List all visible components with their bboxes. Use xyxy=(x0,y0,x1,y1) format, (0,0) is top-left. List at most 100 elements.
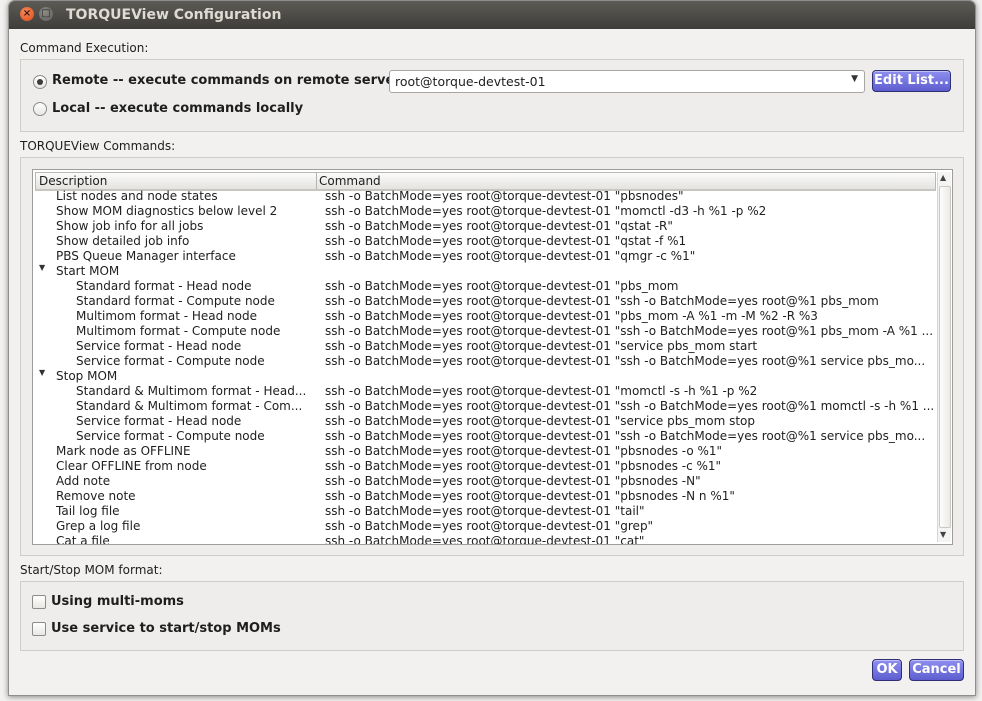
table-row[interactable]: Service format - Compute node ssh -o Batc… xyxy=(33,354,936,369)
column-divider[interactable] xyxy=(316,173,317,189)
row-description: Standard format - Compute node xyxy=(76,294,275,308)
table-row[interactable]: Standard & Multimom format - Head... ssh … xyxy=(33,384,936,399)
row-description: Show MOM diagnostics below level 2 xyxy=(56,204,278,218)
use-service-label[interactable]: Use service to start/stop MOMs xyxy=(51,621,281,636)
row-description: Service format - Compute node xyxy=(76,354,265,368)
scrollbar-thumb[interactable] xyxy=(939,186,951,528)
table-row[interactable]: Show detailed job info ssh -o BatchMode=y… xyxy=(33,234,936,249)
local-option-label[interactable]: Local -- execute commands locally xyxy=(52,101,303,116)
table-row[interactable]: Clear OFFLINE from node ssh -o BatchMode=… xyxy=(33,459,936,474)
mom-format-group xyxy=(20,581,964,651)
table-row[interactable]: Multimom format - Compute node ssh -o Bat… xyxy=(33,324,936,339)
remote-option-label[interactable]: Remote -- execute commands on remote ser… xyxy=(52,73,406,88)
table-row[interactable]: Service format - Compute node ssh -o Batc… xyxy=(33,429,936,444)
table-row[interactable]: PBS Queue Manager interface ssh -o BatchM… xyxy=(33,249,936,264)
row-description: Grep a log file xyxy=(56,519,141,533)
column-header-description[interactable]: Description xyxy=(39,174,107,188)
row-command: ssh -o BatchMode=yes root@torque-devtest… xyxy=(325,234,687,248)
row-command: ssh -o BatchMode=yes root@torque-devtest… xyxy=(325,459,722,473)
table-row[interactable]: Multimom format - Head node ssh -o BatchM… xyxy=(33,309,936,324)
commands-tree-table[interactable]: Description Command List nodes and node … xyxy=(32,169,953,545)
row-command: ssh -o BatchMode=yes root@torque-devtest… xyxy=(325,324,934,338)
table-row[interactable]: Service format - Head node ssh -o BatchMo… xyxy=(33,339,936,354)
row-command: ssh -o BatchMode=yes root@torque-devtest… xyxy=(325,279,679,293)
table-row[interactable]: Standard format - Head node ssh -o BatchM… xyxy=(33,279,936,294)
row-command: ssh -o BatchMode=yes root@torque-devtest… xyxy=(325,489,735,503)
expand-triangle-icon[interactable]: ▼ xyxy=(39,263,45,272)
table-row[interactable]: Show job info for all jobs ssh -o BatchMo… xyxy=(33,219,936,234)
scroll-down-icon[interactable]: ▼ xyxy=(940,530,946,539)
table-row[interactable]: Show MOM diagnostics below level 2 ssh -o… xyxy=(33,204,936,219)
table-row[interactable]: Standard & Multimom format - Com... ssh -… xyxy=(33,399,936,414)
row-command: ssh -o BatchMode=yes root@torque-devtest… xyxy=(325,534,645,544)
window-title: TORQUEView Configuration xyxy=(66,7,282,23)
config-dialog: × □ TORQUEView Configuration Command Exe… xyxy=(8,0,976,696)
row-command: ssh -o BatchMode=yes root@torque-devtest… xyxy=(325,249,696,263)
row-description: Service format - Head node xyxy=(76,339,242,353)
use-service-checkbox[interactable] xyxy=(32,622,46,636)
row-description: Standard & Multimom format - Head... xyxy=(76,384,307,398)
row-command: ssh -o BatchMode=yes root@torque-devtest… xyxy=(325,444,723,458)
row-command: ssh -o BatchMode=yes root@torque-devtest… xyxy=(325,189,684,203)
table-row[interactable]: Add note ssh -o BatchMode=yes root@torque… xyxy=(33,474,936,489)
row-description: Multimom format - Compute node xyxy=(76,324,281,338)
title-bar: × □ TORQUEView Configuration xyxy=(9,1,975,29)
chevron-down-icon: ▼ xyxy=(851,74,858,84)
table-row[interactable]: Service format - Head node ssh -o BatchMo… xyxy=(33,414,936,429)
row-command: ssh -o BatchMode=yes root@torque-devtest… xyxy=(325,474,701,488)
multi-moms-checkbox[interactable] xyxy=(32,595,46,609)
column-header-command[interactable]: Command xyxy=(319,174,381,188)
tree-group-row[interactable]: ▼ Start MOM xyxy=(33,263,936,279)
table-row[interactable]: Mark node as OFFLINE ssh -o BatchMode=yes… xyxy=(33,444,936,459)
table-body: List nodes and node states ssh -o BatchMo… xyxy=(33,189,936,544)
row-description: List nodes and node states xyxy=(56,189,218,203)
row-description: PBS Queue Manager interface xyxy=(56,249,236,263)
table-row[interactable]: Cat a file ssh -o BatchMode=yes root@torq… xyxy=(33,534,936,544)
row-command: ssh -o BatchMode=yes root@torque-devtest… xyxy=(325,339,758,353)
row-command: ssh -o BatchMode=yes root@torque-devtest… xyxy=(325,204,767,218)
table-row[interactable]: Tail log file ssh -o BatchMode=yes root@t… xyxy=(33,504,936,519)
scroll-up-icon[interactable]: ▲ xyxy=(940,173,946,182)
row-description: Show job info for all jobs xyxy=(56,219,204,233)
edit-list-button[interactable]: Edit List... xyxy=(872,70,951,92)
row-command: ssh -o BatchMode=yes root@torque-devtest… xyxy=(325,519,654,533)
row-description: Stop MOM xyxy=(56,369,118,383)
local-radio[interactable] xyxy=(33,102,47,116)
row-description: Service format - Compute node xyxy=(76,429,265,443)
command-execution-label: Command Execution: xyxy=(20,41,149,55)
row-command: ssh -o BatchMode=yes root@torque-devtest… xyxy=(325,294,879,308)
row-command: ssh -o BatchMode=yes root@torque-devtest… xyxy=(325,429,926,443)
row-command: ssh -o BatchMode=yes root@torque-devtest… xyxy=(325,399,934,413)
row-description: Tail log file xyxy=(56,504,120,518)
row-command: ssh -o BatchMode=yes root@torque-devtest… xyxy=(325,309,818,323)
remote-server-select[interactable]: root@torque-devtest-01 ▼ xyxy=(389,70,865,93)
row-description: Remove note xyxy=(56,489,136,503)
row-description: Standard format - Head node xyxy=(76,279,252,293)
table-row[interactable]: Remove note ssh -o BatchMode=yes root@tor… xyxy=(33,489,936,504)
ok-button[interactable]: OK xyxy=(872,659,902,681)
remote-server-value: root@torque-devtest-01 xyxy=(395,74,546,89)
row-command: ssh -o BatchMode=yes root@torque-devtest… xyxy=(325,414,756,428)
row-command: ssh -o BatchMode=yes root@torque-devtest… xyxy=(325,384,758,398)
table-row[interactable]: Standard format - Compute node ssh -o Bat… xyxy=(33,294,936,309)
row-description: Add note xyxy=(56,474,111,488)
tree-group-row[interactable]: ▼ Stop MOM xyxy=(33,368,936,384)
vertical-scrollbar[interactable]: ▲ ▼ xyxy=(937,172,951,542)
mom-format-label: Start/Stop MOM format: xyxy=(20,563,163,577)
row-description: Start MOM xyxy=(56,264,120,278)
table-row[interactable]: List nodes and node states ssh -o BatchMo… xyxy=(33,189,936,204)
table-row[interactable]: Grep a log file ssh -o BatchMode=yes root… xyxy=(33,519,936,534)
row-description: Cat a file xyxy=(56,534,110,544)
row-command: ssh -o BatchMode=yes root@torque-devtest… xyxy=(325,354,926,368)
remote-radio[interactable] xyxy=(33,75,47,89)
row-command: ssh -o BatchMode=yes root@torque-devtest… xyxy=(325,504,645,518)
commands-label: TORQUEView Commands: xyxy=(20,139,176,153)
row-description: Show detailed job info xyxy=(56,234,190,248)
row-description: Standard & Multimom format - Com... xyxy=(76,399,303,413)
close-window-button[interactable]: × xyxy=(20,7,34,21)
multi-moms-label[interactable]: Using multi-moms xyxy=(51,594,184,609)
minimize-window-button[interactable]: □ xyxy=(39,7,53,21)
row-command: ssh -o BatchMode=yes root@torque-devtest… xyxy=(325,219,673,233)
expand-triangle-icon[interactable]: ▼ xyxy=(39,368,45,377)
cancel-button[interactable]: Cancel xyxy=(909,659,964,681)
